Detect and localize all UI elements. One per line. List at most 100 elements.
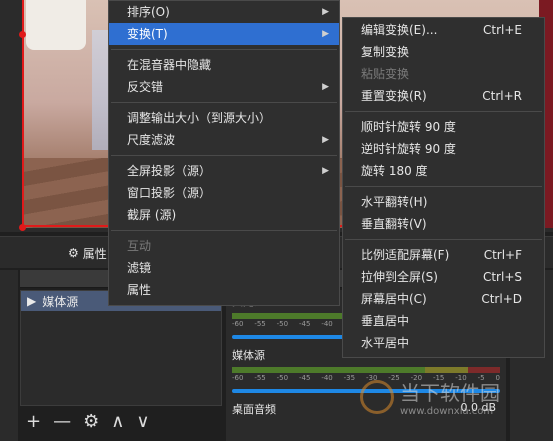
context-menu: 排序(O) ▶ 变换(T) ▶ 在混音器中隐藏 反交错 ▶ 调整输出大小（到源大小） 尺度滤波 ▶… [108,0,340,306]
move-up-button[interactable]: ∧ [111,411,124,432]
main_menu-item[interactable]: 调整输出大小（到源大小） [109,107,339,129]
scenes-dock [0,270,18,441]
menu-item-label: 互动 [127,239,152,253]
main_menu-item[interactable]: 滤镜 [109,257,339,279]
menu-item-label: 逆时针旋转 90 度 [361,142,456,156]
main_menu-item[interactable]: 属性 [109,279,339,301]
menu-item-label: 滤镜 [127,261,152,275]
watermark-url: www.downxia.com [400,406,494,417]
tick-label: -45 [298,374,311,382]
submenu-arrow-icon: ▶ [322,135,329,145]
transform_menu-item[interactable]: 水平居中 [343,332,544,354]
transform_menu-item: 粘贴变换 [343,63,544,85]
menu-shortcut: Ctrl+R [482,89,522,103]
sources-toolbar: + — ⚙ ∧ ∨ [20,408,222,434]
tick-label: -50 [276,320,289,328]
menu-shortcut: Ctrl+F [483,248,522,262]
submenu-arrow-icon: ▶ [322,82,329,92]
menu-item-label: 属性 [127,283,152,297]
menu-item-label: 复制变换 [361,45,410,59]
main_menu-item[interactable]: 变换(T) ▶ [109,23,339,45]
source-item-label: 媒体源 [42,294,79,309]
menu-shortcut: Ctrl+E [483,23,522,37]
properties-button[interactable]: ⚙ 属性 [68,242,107,264]
transform_menu-item[interactable]: 逆时针旋转 90 度 [343,138,544,160]
tick-label: -55 [254,320,266,328]
menu-separator [345,239,542,240]
menu-item-label: 在混音器中隐藏 [127,58,212,72]
menu-item-label: 垂直翻转(V) [361,217,427,231]
menu-separator [111,230,337,231]
transform_menu-item[interactable]: 旋转 180 度 [343,160,544,182]
menu-item-label: 截屏 (源) [127,208,177,222]
transform_menu-item[interactable]: 重置变换(R) Ctrl+R [343,85,544,107]
main_menu-item[interactable]: 在混音器中隐藏 [109,54,339,76]
menu-separator [111,49,337,50]
transform-submenu: 编辑变换(E)... Ctrl+E 复制变换粘贴变换重置变换(R) Ctrl+R 顺时针… [342,17,545,358]
main_menu-item[interactable]: 窗口投影（源） [109,182,339,204]
submenu-arrow-icon: ▶ [322,166,329,176]
transform_menu-item[interactable]: 复制变换 [343,41,544,63]
transform_menu-item[interactable]: 水平翻转(H) [343,191,544,213]
menu-shortcut: Ctrl+D [481,292,522,306]
menu-item-label: 顺时针旋转 90 度 [361,120,456,134]
main_menu-item: 互动 [109,235,339,257]
move-down-button[interactable]: ∨ [136,411,149,432]
menu-item-label: 窗口投影（源） [127,186,212,200]
tick-label: -40 [321,320,333,328]
menu-item-label: 屏幕居中(C) [361,292,427,306]
menu-item-label: 拉伸到全屏(S) [361,270,438,284]
submenu-arrow-icon: ▶ [322,29,329,39]
main_menu-item[interactable]: 排序(O) ▶ [109,1,339,23]
main_menu-item[interactable]: 截屏 (源) [109,204,339,226]
watermark-logo-icon [360,380,394,414]
tick-label: -40 [321,374,333,382]
menu-item-label: 排序(O) [127,5,170,19]
resize-handle-top-left[interactable] [19,31,26,38]
menu-separator [345,186,542,187]
remove-source-button[interactable]: — [53,411,71,432]
main_menu-item[interactable]: 全屏投影（源） ▶ [109,160,339,182]
transform_menu-item[interactable]: 屏幕居中(C) Ctrl+D [343,288,544,310]
sources-list: ▶ 媒体源 [20,290,222,406]
menu-item-label: 比例适配屏幕(F) [361,248,450,262]
tick-label: -45 [298,320,311,328]
menu-separator [111,102,337,103]
menu-item-label: 全屏投影（源） [127,164,212,178]
menu-item-label: 水平居中 [361,336,410,350]
resize-handle-bottom-left[interactable] [19,224,26,231]
menu-separator [111,155,337,156]
menu-shortcut: Ctrl+S [482,270,522,284]
tick-label: -60 [232,374,244,382]
watermark: 当下软件园 www.downxia.com [360,372,550,422]
main_menu-item[interactable]: 尺度滤波 ▶ [109,129,339,151]
properties-label: 属性 [82,246,107,261]
tick-label: -60 [232,320,244,328]
tick-label: -35 [343,374,356,382]
menu-item-label: 调整输出大小（到源大小） [127,111,272,125]
menu-item-label: 水平翻转(H) [361,195,428,209]
tick-label: -50 [276,374,289,382]
transform_menu-item[interactable]: 垂直居中 [343,310,544,332]
transform_menu-item[interactable]: 编辑变换(E)... Ctrl+E [343,19,544,41]
selection-edge [22,0,24,34]
gear-icon: ⚙ [68,246,79,260]
menu-item-label: 粘贴变换 [361,67,410,81]
menu-item-label: 旋转 180 度 [361,164,428,178]
menu-item-label: 反交错 [127,80,164,94]
transform_menu-item[interactable]: 顺时针旋转 90 度 [343,116,544,138]
main_menu-item[interactable]: 反交错 ▶ [109,76,339,98]
menu-item-label: 重置变换(R) [361,89,427,103]
menu-separator [345,111,542,112]
menu-item-label: 尺度滤波 [127,133,176,147]
tick-label: -55 [254,374,266,382]
submenu-arrow-icon: ▶ [322,7,329,17]
menu-item-label: 编辑变换(E)... [361,23,438,37]
transform_menu-item[interactable]: 比例适配屏幕(F) Ctrl+F [343,244,544,266]
gear-icon[interactable]: ⚙ [83,411,99,432]
play-icon: ▶ [27,294,37,308]
transform_menu-item[interactable]: 拉伸到全屏(S) Ctrl+S [343,266,544,288]
watermark-text: 当下软件园 [400,381,500,405]
add-source-button[interactable]: + [26,411,41,432]
transform_menu-item[interactable]: 垂直翻转(V) [343,213,544,235]
